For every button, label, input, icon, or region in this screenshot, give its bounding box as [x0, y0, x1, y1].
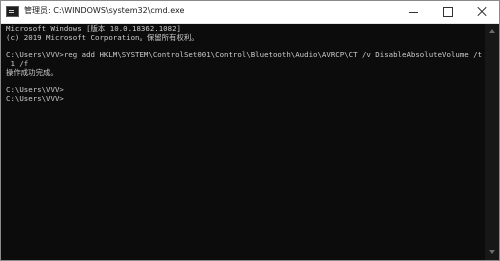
vertical-scrollbar[interactable] [485, 24, 499, 260]
console-line: Microsoft Windows [版本 10.0.18362.1082] [6, 24, 181, 33]
console-prompt[interactable]: C:\Users\VVV> [6, 94, 64, 103]
console-line: 操作成功完成。 [6, 68, 58, 77]
scroll-up-icon[interactable] [489, 29, 495, 33]
minimize-icon[interactable] [399, 1, 429, 23]
close-icon[interactable] [467, 1, 497, 23]
cmd-window: 管理员: C:\WINDOWS\system32\cmd.exe Microso… [0, 0, 500, 261]
console-output[interactable]: Microsoft Windows [版本 10.0.18362.1082] (… [3, 24, 485, 260]
maximize-icon[interactable] [433, 1, 463, 23]
window-title: 管理员: C:\WINDOWS\system32\cmd.exe [24, 6, 185, 15]
console-prompt: C:\Users\VVV> [6, 85, 64, 94]
title-bar[interactable]: 管理员: C:\WINDOWS\system32\cmd.exe [1, 1, 499, 24]
scroll-down-icon[interactable] [489, 250, 495, 254]
console-line: C:\Users\VVV>reg add HKLM\SYSTEM\Control… [6, 50, 483, 59]
cmd-icon[interactable] [6, 6, 19, 17]
console-line: (c) 2019 Microsoft Corporation。保留所有权利。 [6, 33, 199, 42]
console-line: 1 /f [6, 59, 29, 68]
